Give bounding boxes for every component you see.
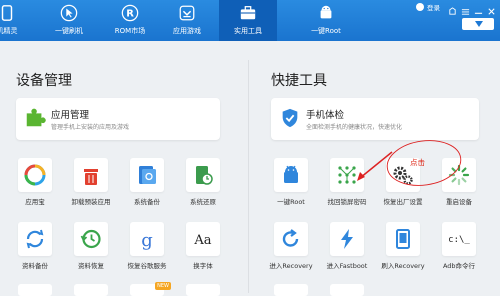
click-annotation (357, 140, 462, 186)
annotation-label: 点击 (410, 158, 425, 167)
